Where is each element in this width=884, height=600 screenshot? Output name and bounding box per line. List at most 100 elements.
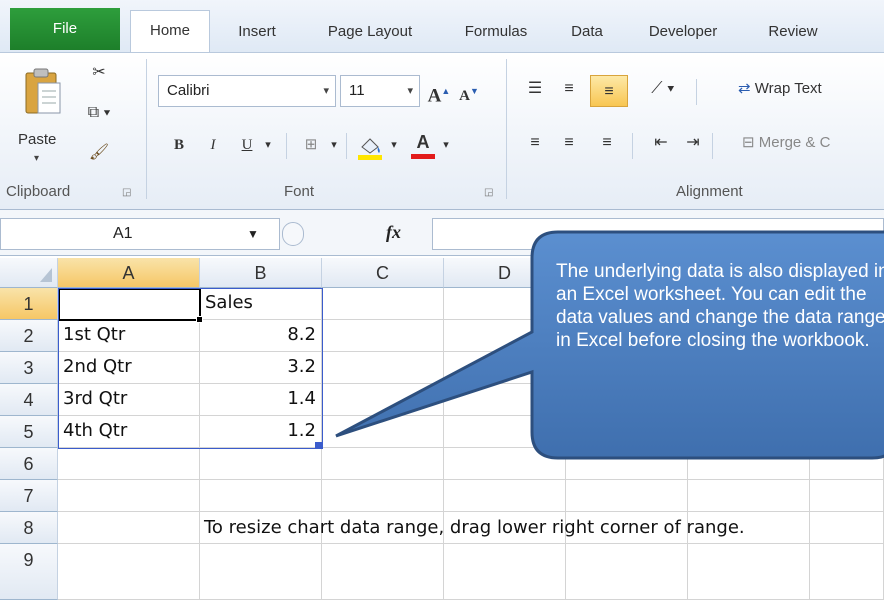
cell[interactable] (322, 448, 444, 480)
row-header[interactable]: 9 (0, 544, 58, 600)
column-header-c[interactable]: C (322, 258, 444, 288)
grow-font-button[interactable]: A▲ (426, 75, 452, 107)
align-top-icon[interactable]: ☰ (518, 73, 552, 105)
cell[interactable] (58, 512, 200, 544)
tab-review[interactable]: Review (748, 12, 838, 52)
alignment-group-label: Alignment (676, 183, 743, 200)
copy-icon[interactable]: ⧉ ▾ (82, 97, 116, 129)
cell[interactable] (810, 544, 884, 600)
font-size-value: 11 (349, 82, 365, 99)
cell[interactable] (688, 544, 810, 600)
bold-button[interactable]: B (164, 129, 194, 161)
row-header[interactable]: 6 (0, 448, 58, 480)
row-header[interactable]: 2 (0, 320, 58, 352)
cell[interactable] (200, 480, 322, 512)
range-resize-handle[interactable] (315, 442, 322, 449)
italic-button[interactable]: I (198, 129, 228, 161)
column-header-b[interactable]: B (200, 258, 322, 288)
chevron-down-icon[interactable]: ▼ (247, 219, 259, 249)
cell[interactable] (322, 480, 444, 512)
paste-icon[interactable] (24, 67, 62, 117)
column-header-a[interactable]: A (58, 258, 200, 288)
ribbon-tab-bar: File Home Insert Page Layout Formulas Da… (0, 0, 884, 53)
align-middle-icon[interactable]: ≡ (552, 73, 586, 105)
cell[interactable] (566, 544, 688, 600)
align-bottom-icon[interactable]: ≡ (590, 75, 628, 107)
format-painter-icon[interactable]: 🖌 (82, 137, 116, 169)
fill-color-dropdown-icon[interactable]: ▾ (386, 129, 402, 161)
formula-divider-handle[interactable] (282, 222, 304, 246)
chevron-down-icon: ▾ (407, 85, 413, 97)
tab-home[interactable]: Home (130, 10, 210, 53)
cell[interactable] (58, 448, 200, 480)
font-color-dropdown-icon[interactable]: ▾ (438, 129, 454, 161)
grow-font-label: A (427, 85, 442, 107)
align-right-icon[interactable]: ≡ (590, 127, 624, 159)
insert-function-icon[interactable]: fx (386, 222, 401, 243)
cell[interactable] (322, 288, 444, 320)
cell[interactable] (200, 544, 322, 600)
cell[interactable] (566, 480, 688, 512)
cell[interactable] (444, 544, 566, 600)
divider (346, 133, 347, 159)
tab-data[interactable]: Data (552, 12, 622, 52)
cell[interactable] (810, 512, 884, 544)
merge-center-button[interactable]: ⊟ Merge & C (742, 133, 830, 151)
increase-indent-icon[interactable]: ⇥ (676, 127, 710, 159)
tab-developer[interactable]: Developer (628, 12, 738, 52)
name-box[interactable]: A1 ▼ (0, 218, 280, 250)
font-color-button[interactable]: A (408, 129, 438, 161)
align-left-icon[interactable]: ≡ (518, 127, 552, 159)
paste-button[interactable]: Paste (18, 131, 56, 148)
paste-dropdown-icon[interactable]: ▾ (34, 153, 39, 164)
row-header[interactable]: 8 (0, 512, 58, 544)
tab-formulas[interactable]: Formulas (448, 12, 544, 52)
font-size-dropdown[interactable]: 11 ▾ (340, 75, 420, 107)
cell[interactable] (444, 480, 566, 512)
fill-color-icon[interactable] (356, 133, 384, 161)
merge-label: Merge & C (758, 134, 831, 151)
name-box-value: A1 (113, 225, 133, 242)
row-header[interactable]: 5 (0, 416, 58, 448)
cell[interactable] (322, 544, 444, 600)
row-header[interactable]: 7 (0, 480, 58, 512)
wrap-text-icon: ⇄ (738, 80, 751, 97)
align-center-icon[interactable]: ≡ (552, 127, 586, 159)
shrink-font-button[interactable]: A▼ (456, 75, 482, 107)
cell[interactable] (322, 320, 444, 352)
wrap-text-button[interactable]: ⇄ Wrap Text (738, 79, 822, 97)
tab-file[interactable]: File (10, 8, 120, 50)
ribbon-separator (146, 59, 147, 199)
row-header[interactable]: 3 (0, 352, 58, 384)
row8-note[interactable]: To resize chart data range, drag lower r… (204, 512, 745, 544)
select-all-corner[interactable] (0, 258, 58, 288)
clipboard-launcher-icon[interactable]: ◲ (122, 187, 131, 198)
ribbon: Paste ▾ ✂ ⧉ ▾ 🖌 Clipboard ◲ Calibri ▾ 11… (0, 52, 884, 210)
cell[interactable] (200, 448, 322, 480)
cell[interactable] (810, 480, 884, 512)
cut-icon[interactable]: ✂ (82, 57, 116, 89)
tab-page-layout[interactable]: Page Layout (300, 12, 440, 52)
cell[interactable] (688, 480, 810, 512)
cell[interactable] (58, 544, 200, 600)
cell[interactable] (58, 480, 200, 512)
row-header[interactable]: 1 (0, 288, 58, 320)
ribbon-separator (506, 59, 507, 199)
orientation-icon[interactable]: ⟋ ▾ (638, 73, 688, 105)
borders-icon[interactable]: ⊞ (296, 129, 326, 161)
shrink-font-label: A (459, 88, 470, 104)
underline-button[interactable]: U (232, 129, 262, 161)
cell[interactable] (322, 352, 444, 384)
font-name-value: Calibri (167, 82, 210, 99)
font-launcher-icon[interactable]: ◲ (484, 187, 493, 198)
merge-icon: ⊟ (742, 134, 755, 151)
underline-dropdown-icon[interactable]: ▾ (260, 129, 276, 161)
tab-insert[interactable]: Insert (222, 12, 292, 52)
divider (632, 133, 633, 159)
borders-dropdown-icon[interactable]: ▾ (326, 129, 342, 161)
decrease-indent-icon[interactable]: ⇤ (644, 127, 678, 159)
callout-text: The underlying data is also displayed in… (556, 261, 884, 351)
row-header[interactable]: 4 (0, 384, 58, 416)
font-name-dropdown[interactable]: Calibri ▾ (158, 75, 336, 107)
font-group-label: Font (284, 183, 315, 200)
